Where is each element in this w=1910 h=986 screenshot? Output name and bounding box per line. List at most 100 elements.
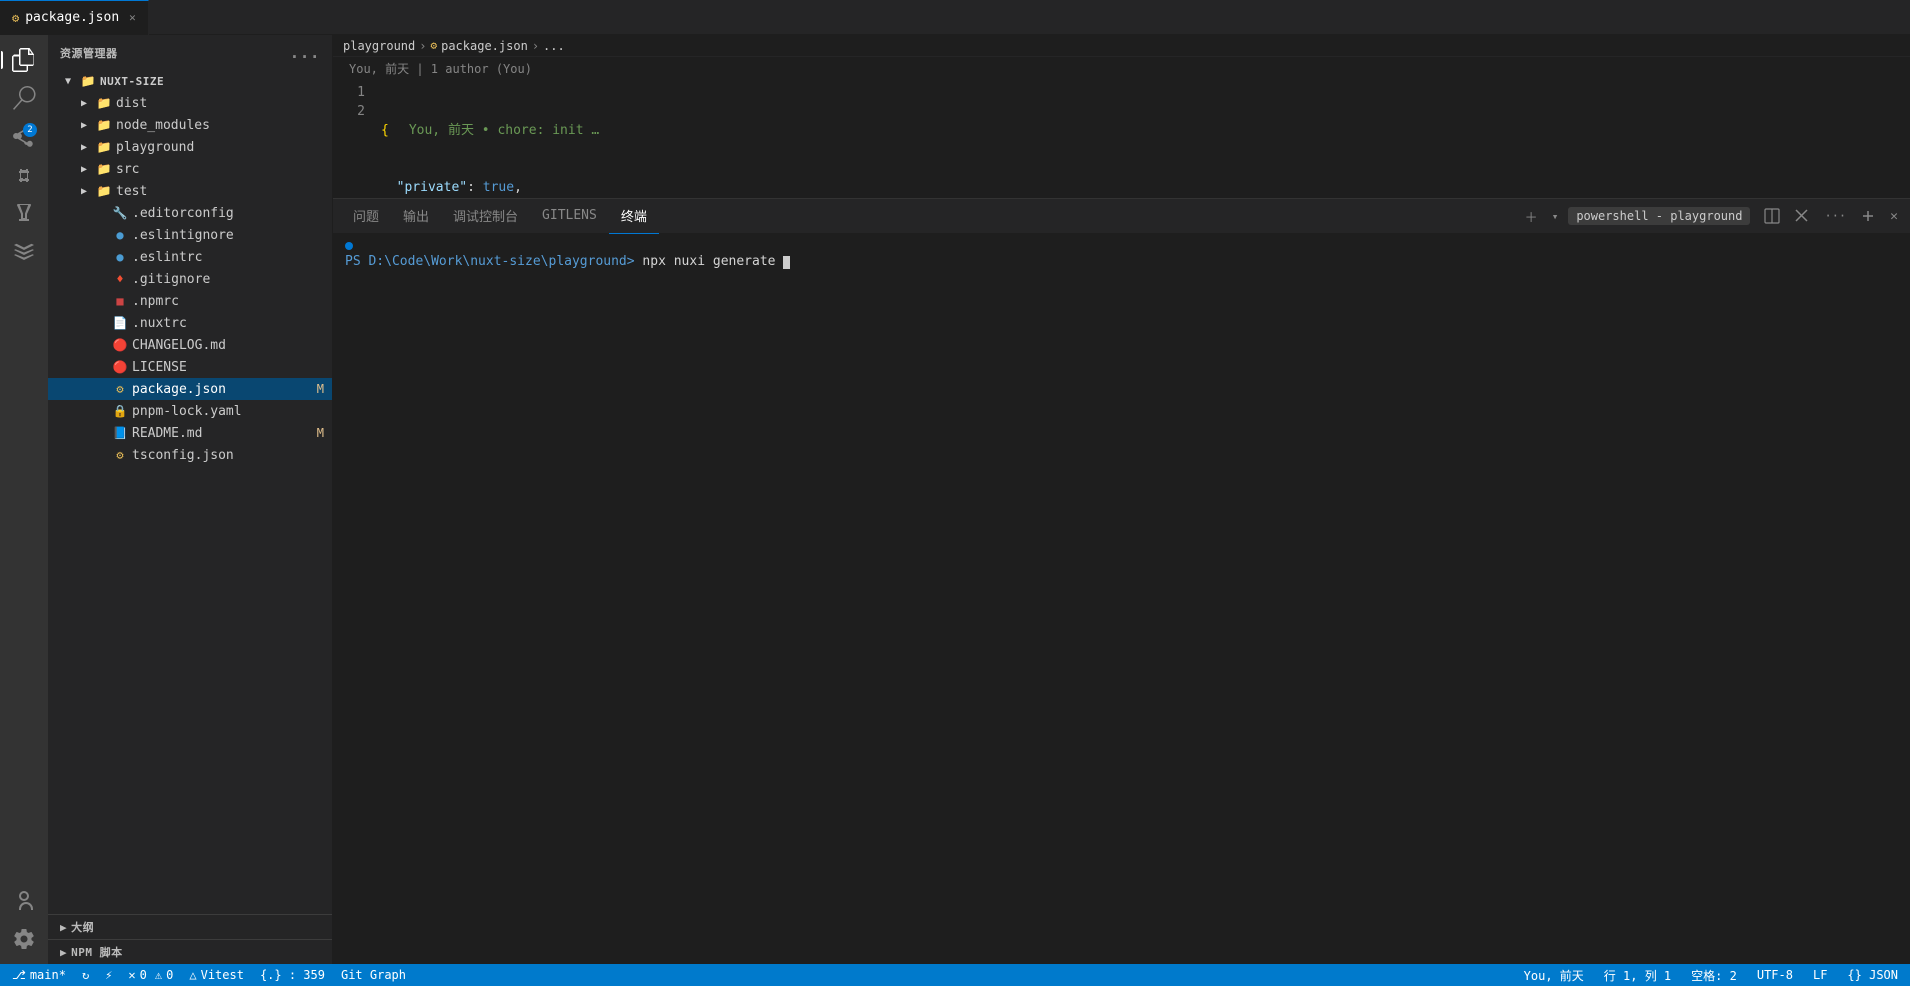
outline-section[interactable]: ▶ 大纲	[48, 914, 332, 939]
pnpm-lock-label: pnpm-lock.yaml	[132, 404, 332, 419]
sidebar-item-playground[interactable]: ▶ 📁 playground	[48, 136, 332, 158]
terminal-prompt: PS D:\Code\Work\nuxt-size\playground> np…	[345, 252, 1898, 273]
language-label: {} JSON	[1847, 968, 1898, 982]
breadcrumb-file[interactable]: package.json	[441, 39, 528, 53]
spaces-label: 空格: 2	[1691, 967, 1737, 984]
breadcrumb-playground[interactable]: playground	[343, 39, 415, 53]
readme-label: README.md	[132, 426, 313, 441]
sidebar-item-npmrc[interactable]: ■ .npmrc	[48, 290, 332, 312]
sidebar-item-dist[interactable]: ▶ 📁 dist	[48, 92, 332, 114]
sidebar-root-folder[interactable]: ▼ 📁 NUXT-SIZE	[48, 70, 332, 92]
package-json-label: package.json	[132, 382, 313, 397]
status-cursor-position[interactable]: 行 1, 列 1	[1600, 964, 1675, 986]
test-label: test	[116, 184, 332, 199]
eslintrc-label: .eslintrc	[132, 250, 332, 265]
status-bar-left: ⎇ main* ↻ ⚡ ✕ 0 ⚠ 0 △ Vitest {.} : 359	[8, 964, 410, 986]
status-sync[interactable]: ↻	[78, 964, 93, 986]
status-lines[interactable]: {.} : 359	[256, 964, 329, 986]
git-info-bar: You, 前天 | 1 author (You)	[333, 57, 1910, 79]
status-eol[interactable]: LF	[1809, 964, 1831, 986]
sidebar: 资源管理器 ... ▼ 📁 NUXT-SIZE ▶ 📁 dist ▶	[48, 35, 333, 964]
tab-gitlens[interactable]: GITLENS	[530, 199, 609, 234]
sidebar-item-tsconfig[interactable]: ⚙ tsconfig.json	[48, 444, 332, 466]
sidebar-more-options[interactable]: ...	[290, 43, 320, 62]
sidebar-item-readme[interactable]: 📘 README.md M	[48, 422, 332, 444]
sidebar-title: 资源管理器	[60, 45, 118, 61]
license-label: LICENSE	[132, 360, 332, 375]
status-vitest[interactable]: △ Vitest	[185, 964, 248, 986]
sidebar-item-nuxtrc[interactable]: 📄 .nuxtrc	[48, 312, 332, 334]
file-icon: 🔴	[112, 359, 128, 375]
brace-open: {	[381, 121, 389, 140]
editorconfig-label: .editorconfig	[132, 206, 332, 221]
split-terminal-btn[interactable]	[1760, 206, 1784, 226]
line-numbers: 1 2	[333, 79, 373, 198]
extensions-icon[interactable]	[7, 157, 41, 191]
sidebar-item-test[interactable]: ▶ 📁 test	[48, 180, 332, 202]
test-icon[interactable]	[7, 195, 41, 229]
package-json-modified: M	[317, 382, 324, 396]
tab-close-icon[interactable]: ✕	[129, 11, 136, 24]
sidebar-item-gitignore[interactable]: ♦ .gitignore	[48, 268, 332, 290]
sidebar-item-editorconfig[interactable]: 🔧 .editorconfig	[48, 202, 332, 224]
git-graph-label: Git Graph	[341, 968, 406, 982]
terminal-more-btn[interactable]: ···	[1820, 207, 1850, 225]
breadcrumb-more[interactable]: ...	[543, 39, 565, 53]
sidebar-item-src[interactable]: ▶ 📁 src	[48, 158, 332, 180]
folder-icon: 📁	[80, 73, 96, 89]
settings-icon[interactable]	[7, 922, 41, 956]
sidebar-item-node-modules[interactable]: ▶ 📁 node_modules	[48, 114, 332, 136]
deploy-icon[interactable]	[7, 233, 41, 267]
terminal-dropdown-btn[interactable]: ▾	[1548, 208, 1563, 225]
tab-problems[interactable]: 问题	[341, 199, 391, 234]
gitignore-label: .gitignore	[132, 272, 332, 287]
val-true: true	[483, 178, 514, 197]
md-icon: 📘	[112, 425, 128, 441]
status-bar-right: You, 前天 行 1, 列 1 空格: 2 UTF-8 LF {} JSON	[1520, 964, 1902, 986]
sidebar-item-pnpm-lock[interactable]: 🔒 pnpm-lock.yaml	[48, 400, 332, 422]
folder-icon: 📁	[96, 139, 112, 155]
status-git-graph[interactable]: Git Graph	[337, 964, 410, 986]
sidebar-item-license[interactable]: 🔴 LICENSE	[48, 356, 332, 378]
folder-icon: 📁	[96, 161, 112, 177]
search-icon[interactable]	[7, 81, 41, 115]
account-icon[interactable]	[7, 884, 41, 918]
tab-output[interactable]: 输出	[391, 199, 441, 234]
npm-chevron: ▶	[60, 946, 67, 959]
sync-icon: ↻	[82, 968, 89, 982]
terminal-area: 问题 输出 调试控制台 GITLENS 终端	[333, 199, 1910, 964]
status-remote[interactable]: ⚡	[101, 964, 116, 986]
status-spaces[interactable]: 空格: 2	[1687, 964, 1741, 986]
tab-package-json[interactable]: ⚙ package.json ✕	[0, 0, 149, 35]
sidebar-item-changelog[interactable]: 🔴 CHANGELOG.md	[48, 334, 332, 356]
npm-scripts-section[interactable]: ▶ NPM 脚本	[48, 939, 332, 964]
source-control-icon[interactable]: 2	[7, 119, 41, 153]
terminal-label: 终端	[621, 206, 647, 225]
eslintignore-label: .eslintignore	[132, 228, 332, 243]
warning-count: 0	[166, 968, 173, 982]
maximize-panel-btn[interactable]	[1856, 206, 1880, 226]
files-icon[interactable]	[7, 43, 41, 77]
kill-terminal-btn[interactable]	[1790, 206, 1814, 226]
status-branch[interactable]: ⎇ main*	[8, 964, 70, 986]
sidebar-item-eslintignore[interactable]: ● .eslintignore	[48, 224, 332, 246]
sidebar-item-eslintrc[interactable]: ● .eslintrc	[48, 246, 332, 268]
status-errors[interactable]: ✕ 0 ⚠ 0	[124, 964, 177, 986]
json-icon: ⚙	[112, 447, 128, 463]
tab-terminal[interactable]: 终端	[609, 199, 659, 234]
terminal-content[interactable]: PS D:\Code\Work\nuxt-size\playground> np…	[333, 234, 1910, 964]
tab-debug-console[interactable]: 调试控制台	[441, 199, 530, 234]
lines-label: {.} : 359	[260, 968, 325, 982]
terminal-cmd: npx nuxi generate	[642, 254, 775, 269]
problems-label: 问题	[353, 206, 379, 225]
root-label: NUXT-SIZE	[100, 75, 332, 88]
status-encoding[interactable]: UTF-8	[1753, 964, 1797, 986]
status-author[interactable]: You, 前天	[1520, 964, 1588, 986]
code-content[interactable]: { You, 前天 • chore: init … "private" : tr…	[373, 79, 1910, 198]
sidebar-item-package-json[interactable]: ⚙ package.json M	[48, 378, 332, 400]
new-terminal-btn[interactable]: ＋	[1521, 205, 1542, 228]
vitest-icon: △	[189, 968, 196, 982]
sidebar-header: 资源管理器 ...	[48, 35, 332, 70]
status-language[interactable]: {} JSON	[1843, 964, 1902, 986]
close-panel-btn[interactable]: ✕	[1886, 207, 1902, 226]
